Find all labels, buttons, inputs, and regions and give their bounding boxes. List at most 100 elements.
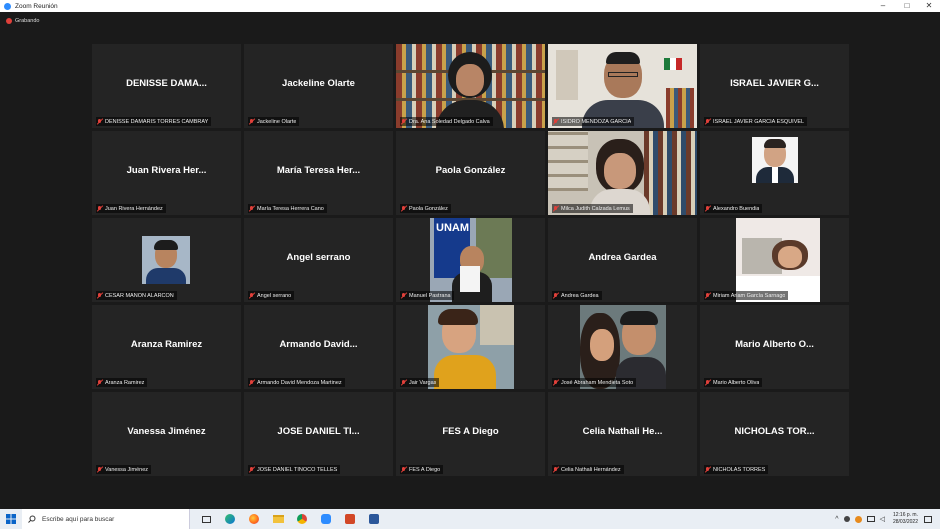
participant-name: Manuel Pastrana	[409, 292, 451, 299]
participant-tile[interactable]: Vanessa Jiménez Vanessa Jiménez	[92, 392, 241, 476]
participant-tile[interactable]: Andrea Gardea Andrea Gardea	[548, 218, 697, 302]
muted-mic-icon	[249, 205, 254, 212]
participant-tile[interactable]: María Teresa Her... María Teresa Herrera…	[244, 131, 393, 215]
participant-display-name: María Teresa Her...	[276, 165, 361, 176]
participant-name: Celia Nathali Hernández	[561, 466, 621, 473]
participant-tile[interactable]: Milca Judith Calzada Lemus	[548, 131, 697, 215]
network-icon[interactable]	[866, 516, 875, 522]
participant-name: Alexandro Buendia	[713, 205, 760, 212]
participant-name: Miriam Ariam García Sarnago	[713, 292, 786, 299]
minimize-button[interactable]: –	[872, 0, 894, 12]
participant-name-tag: Vanessa Jiménez	[96, 465, 152, 474]
task-view-icon	[201, 515, 211, 523]
search-placeholder: Escribe aquí para buscar	[42, 515, 115, 523]
participant-tile[interactable]: FES A Diego FES A Diego	[396, 392, 545, 476]
volume-icon[interactable]: ◁	[880, 515, 885, 523]
participant-tile[interactable]: NICHOLAS TOR... NICHOLAS TORRES	[700, 392, 849, 476]
participant-display-name: Jackeline Olarte	[282, 78, 355, 89]
muted-mic-icon	[249, 379, 254, 386]
word-icon	[369, 514, 379, 524]
participant-tile[interactable]: DENISSE DAMA... DENISSE DAMARIS TORRES C…	[92, 44, 241, 128]
participant-name-tag: Milca Judith Calzada Lemus	[552, 204, 633, 213]
participant-tile[interactable]: Aranza Ramirez Aranza Ramirez	[92, 305, 241, 389]
muted-mic-icon	[97, 379, 102, 386]
participant-name: Milca Judith Calzada Lemus	[561, 205, 630, 212]
participant-tile[interactable]: ISRAEL JAVIER G... ISRAEL JAVIER GARCIA …	[700, 44, 849, 128]
participant-name-tag: Celia Nathali Hernández	[552, 465, 624, 474]
recording-label: Grabando	[15, 18, 40, 24]
firefox-icon	[249, 514, 259, 524]
muted-mic-icon	[705, 466, 710, 473]
participant-display-name: Celia Nathali He...	[582, 426, 663, 437]
clock-time: 12:16 p. m.	[892, 512, 918, 518]
participant-tile[interactable]: Alexandro Buendia	[700, 131, 849, 215]
participant-name-tag: JOSE DANIEL TINOCO TELLES	[248, 465, 341, 474]
participant-display-name: Vanessa Jiménez	[127, 426, 206, 437]
participant-name-tag: FES A Diego	[400, 465, 444, 474]
system-tray: ^ ◁ 12:16 p. m. 28/03/2022	[835, 509, 940, 529]
window-titlebar: Zoom Reunión – □ ✕	[0, 0, 940, 12]
participant-tile[interactable]: Dra. Ana Soledad Delgado Calva	[396, 44, 545, 128]
close-button[interactable]: ✕	[918, 0, 940, 12]
participant-tile[interactable]: Mario Alberto O... Mario Alberto Oliva	[700, 305, 849, 389]
participant-tile[interactable]: Juan Rivera Her... Juan Rivera Hernández	[92, 131, 241, 215]
tray-chevron-icon[interactable]: ^	[835, 516, 838, 523]
taskbar-app-button[interactable]	[242, 509, 266, 529]
participant-name: José Abraham Mendieta Soto	[561, 379, 634, 386]
participant-name: DENISSE DAMARIS TORRES CAMBRAY	[105, 118, 209, 125]
maximize-button[interactable]: □	[896, 0, 918, 12]
participant-display-name: ISRAEL JAVIER G...	[730, 78, 819, 89]
muted-mic-icon	[553, 118, 558, 125]
muted-mic-icon	[97, 466, 102, 473]
muted-mic-icon	[401, 205, 406, 212]
participant-name: Dra. Ana Soledad Delgado Calva	[409, 118, 490, 125]
participant-tile[interactable]: UNAM Manuel Pastrana	[396, 218, 545, 302]
participant-tile[interactable]: ISIDRO MENDOZA GARCIA	[548, 44, 697, 128]
muted-mic-icon	[249, 466, 254, 473]
taskbar-app-button[interactable]	[338, 509, 362, 529]
participant-name-tag: CESAR MAÑON ALARCON	[96, 291, 177, 300]
participant-tile[interactable]: CESAR MAÑON ALARCON	[92, 218, 241, 302]
participant-tile[interactable]: Celia Nathali He... Celia Nathali Hernán…	[548, 392, 697, 476]
participant-display-name: Angel serrano	[286, 252, 351, 263]
participant-name-tag: María Teresa Herrera Cano	[248, 204, 327, 213]
app-tray-icon[interactable]	[854, 515, 862, 523]
participant-tile[interactable]: JOSE DANIEL TI... JOSE DANIEL TINOCO TEL…	[244, 392, 393, 476]
taskbar-clock[interactable]: 12:16 p. m. 28/03/2022	[893, 512, 918, 526]
muted-mic-icon	[401, 118, 406, 125]
windows-taskbar: Escribe aquí para buscar ^ ◁ 12:16 p. m.…	[0, 509, 940, 529]
search-icon	[28, 515, 36, 523]
taskbar-app-button[interactable]	[314, 509, 338, 529]
taskbar-app-button[interactable]	[266, 509, 290, 529]
participant-display-name: Juan Rivera Her...	[126, 165, 207, 176]
participant-tile[interactable]: Jair Vargas	[396, 305, 545, 389]
participant-display-name: NICHOLAS TOR...	[734, 426, 815, 437]
start-button[interactable]	[0, 509, 22, 529]
participant-tile[interactable]: Angel serrano Angel serrano	[244, 218, 393, 302]
participant-name: Armando David Mendoza Martinez	[257, 379, 342, 386]
mic-tray-icon[interactable]	[843, 516, 850, 522]
participant-name: JOSE DANIEL TINOCO TELLES	[257, 466, 338, 473]
participant-tile[interactable]: Jackeline Olarte Jackeline Olarte	[244, 44, 393, 128]
taskbar-app-button[interactable]	[362, 509, 386, 529]
participant-name-tag: Paola González	[400, 204, 451, 213]
participant-name-tag: Miriam Ariam García Sarnago	[704, 291, 789, 300]
participant-name: Juan Rivera Hernández	[105, 205, 163, 212]
taskbar-app-button[interactable]	[194, 509, 218, 529]
participant-tile[interactable]: Miriam Ariam García Sarnago	[700, 218, 849, 302]
muted-mic-icon	[97, 118, 102, 125]
participant-name: Andrea Gardea	[561, 292, 599, 299]
participant-tile[interactable]: Paola González Paola González	[396, 131, 545, 215]
notifications-icon[interactable]	[924, 515, 932, 523]
muted-mic-icon	[553, 466, 558, 473]
participant-name: María Teresa Herrera Cano	[257, 205, 324, 212]
taskbar-search[interactable]: Escribe aquí para buscar	[22, 509, 190, 529]
participant-name-tag: ISIDRO MENDOZA GARCIA	[552, 117, 635, 126]
taskbar-app-button[interactable]	[218, 509, 242, 529]
participant-display-name: Armando David...	[279, 339, 358, 350]
participant-tile[interactable]: Armando David... Armando David Mendoza M…	[244, 305, 393, 389]
participant-display-name: DENISSE DAMA...	[126, 78, 207, 89]
participant-tile[interactable]: José Abraham Mendieta Soto	[548, 305, 697, 389]
taskbar-app-button[interactable]	[290, 509, 314, 529]
participant-name: NICHOLAS TORRES	[713, 466, 766, 473]
